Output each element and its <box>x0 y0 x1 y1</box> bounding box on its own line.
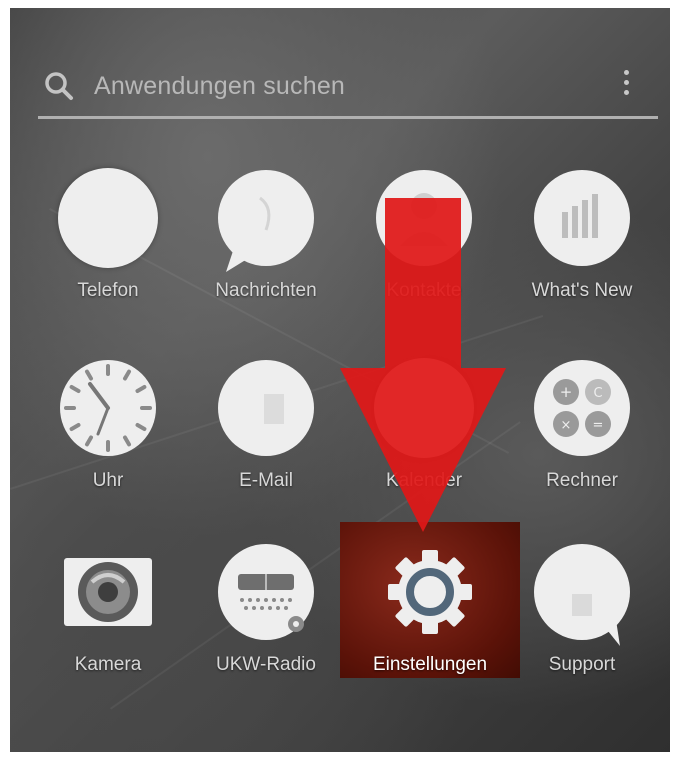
overflow-menu-icon[interactable] <box>616 66 636 106</box>
search-input[interactable]: Anwendungen suchen <box>94 72 345 101</box>
app-drawer-screen: Anwendungen suchen Telefon Nachrichten W… <box>10 8 670 752</box>
app-label: Rechner <box>546 470 618 491</box>
radio-icon <box>216 542 316 642</box>
app-rechner[interactable]: + C × = Rechner <box>512 358 652 518</box>
support-icon <box>532 542 632 646</box>
app-label: Einstellungen <box>372 654 488 675</box>
red-down-arrow-icon <box>340 198 506 532</box>
svg-text:×: × <box>561 418 572 433</box>
calculator-icon: + C × = <box>532 358 632 458</box>
clock-icon <box>58 358 158 458</box>
app-uhr[interactable]: Uhr <box>38 358 178 518</box>
camera-icon <box>58 542 158 642</box>
app-support[interactable]: Support <box>512 542 652 702</box>
search-icon <box>45 72 73 100</box>
app-ukw-radio[interactable]: UKW-Radio <box>196 542 336 702</box>
app-telefon[interactable]: Telefon <box>38 168 178 328</box>
app-label: What's New <box>531 280 633 301</box>
svg-text:=: = <box>593 418 604 433</box>
app-search-bar[interactable]: Anwendungen suchen <box>38 58 658 118</box>
app-label: Support <box>548 654 616 675</box>
email-icon <box>216 358 316 458</box>
app-einstellungen[interactable]: Einstellungen <box>360 542 500 702</box>
app-email[interactable]: E-Mail <box>196 358 336 518</box>
app-whats-new[interactable]: What's New <box>512 168 652 328</box>
phone-icon <box>58 168 158 268</box>
app-label: E-Mail <box>239 470 293 491</box>
svg-text:+: + <box>560 383 573 401</box>
settings-gear-icon <box>380 542 480 642</box>
app-nachrichten[interactable]: Nachrichten <box>196 168 336 328</box>
app-label: Telefon <box>77 280 139 301</box>
svg-text:C: C <box>593 386 602 401</box>
whats-new-icon <box>532 168 632 268</box>
app-label: Kamera <box>74 654 142 675</box>
messages-icon <box>216 168 316 272</box>
app-label: UKW-Radio <box>216 654 316 675</box>
search-underline <box>38 116 658 119</box>
app-label: Nachrichten <box>215 280 317 301</box>
app-label: Uhr <box>92 470 124 491</box>
app-kamera[interactable]: Kamera <box>38 542 178 702</box>
